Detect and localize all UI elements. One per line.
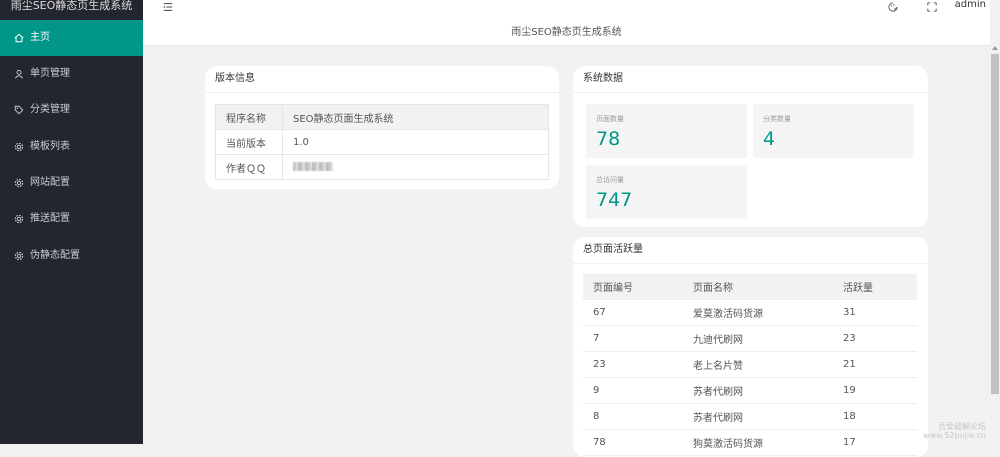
- stat-visits: 总访问量 747: [586, 165, 747, 219]
- sidebar-item-label: 分类管理: [30, 104, 70, 115]
- sidebar-item-label: 主页: [30, 32, 50, 43]
- table-cell: 作者ＱＱ: [215, 154, 283, 180]
- theme-icon[interactable]: [888, 0, 898, 14]
- gear-icon: [13, 141, 25, 153]
- sidebar-item-rewrite-config[interactable]: 伪静态配置: [0, 238, 143, 274]
- sidebar-item-label: 伪静态配置: [30, 250, 80, 261]
- stat-pages: 页面数量 78: [586, 104, 747, 158]
- app-logo: 雨尘SEO静态页生成系统: [10, 0, 133, 12]
- table-row: 当前版本 1.0: [215, 129, 549, 155]
- table-cell: 苏者代刷网: [683, 403, 833, 430]
- stat-categories: 分类数量 4: [753, 104, 914, 158]
- page-activity-card: 总页面活跃量 页面编号 页面名称 活跃量 67 爱莫激活码货源 31 7 九迪代…: [573, 237, 928, 457]
- table-cell: 18: [833, 403, 917, 430]
- table-cell: 19: [833, 377, 917, 404]
- table-cell: 1.0: [282, 129, 549, 155]
- table-cell: 程序名称: [215, 104, 283, 130]
- table-cell: 9: [583, 377, 683, 404]
- table-row: 7 九迪代刷网 23: [583, 325, 917, 352]
- card-title: 总页面活跃量: [573, 237, 928, 264]
- table-row: 8 苏者代刷网 18: [583, 403, 917, 430]
- menu-toggle-icon[interactable]: [163, 0, 173, 14]
- table-cell: 31: [833, 299, 917, 326]
- scroll-up-arrow[interactable]: [992, 46, 998, 50]
- sidebar-item-templates[interactable]: 模板列表: [0, 129, 143, 165]
- table-row: 23 老上名片赞 21: [583, 351, 917, 378]
- stat-label: 页面数量: [596, 115, 624, 123]
- page-title: 雨尘SEO静态页生成系统: [143, 20, 990, 46]
- watermark-line: www.52pojie.cn: [923, 431, 986, 440]
- activity-table: 页面编号 页面名称 活跃量 67 爱莫激活码货源 31 7 九迪代刷网 23 2…: [583, 274, 917, 456]
- page-scrollbar[interactable]: [990, 44, 1000, 444]
- table-cell: 爱莫激活码货源: [683, 299, 833, 326]
- sidebar-item-label: 模板列表: [30, 141, 70, 152]
- table-cell: 老上名片赞: [683, 351, 833, 378]
- sidebar-item-label: 单页管理: [30, 68, 70, 79]
- watermark: 吾爱破解论坛 www.52pojie.cn: [923, 422, 986, 440]
- table-cell: [282, 154, 549, 180]
- scroll-thumb[interactable]: [991, 54, 999, 394]
- table-cell: 23: [583, 351, 683, 378]
- table-cell: 苏者代刷网: [683, 377, 833, 404]
- top-header: admin: [143, 0, 990, 21]
- table-cell: SEO静态页面生成系统: [282, 104, 549, 130]
- version-card: 版本信息 程序名称 SEO静态页面生成系统 当前版本 1.0 作者ＱＱ: [205, 66, 559, 189]
- column-header: 活跃量: [833, 274, 917, 300]
- sidebar-item-push-config[interactable]: 推送配置: [0, 201, 143, 237]
- gear-icon: [13, 177, 25, 189]
- stat-value: 747: [596, 189, 633, 211]
- stat-label: 分类数量: [763, 115, 791, 123]
- table-cell: 狗莫激活码货源: [683, 429, 833, 456]
- table-cell: 21: [833, 351, 917, 378]
- column-header: 页面编号: [583, 274, 683, 300]
- sidebar-item-label: 推送配置: [30, 213, 70, 224]
- stat-value: 4: [763, 128, 776, 150]
- home-icon: [13, 32, 25, 44]
- sidebar-item-label: 网站配置: [30, 177, 70, 188]
- table-cell: 当前版本: [215, 129, 283, 155]
- table-cell: 17: [833, 429, 917, 456]
- user-menu[interactable]: admin: [955, 0, 986, 14]
- column-header: 页面名称: [683, 274, 833, 300]
- user-icon: [13, 68, 25, 80]
- sidebar: 雨尘SEO静态页生成系统 主页 单页管理 分类管理 模板列表 网站配置 推送配置: [0, 0, 143, 444]
- table-cell: 8: [583, 403, 683, 430]
- redacted-qq: [293, 162, 333, 171]
- sidebar-item-home[interactable]: 主页: [0, 20, 143, 56]
- table-row: 9 苏者代刷网 19: [583, 377, 917, 404]
- system-data-card: 系统数据 页面数量 78 分类数量 4 总访问量 747: [573, 66, 928, 227]
- table-row: 作者ＱＱ: [215, 154, 549, 180]
- gear-icon: [13, 250, 25, 262]
- card-title: 版本信息: [205, 66, 559, 93]
- sidebar-item-site-config[interactable]: 网站配置: [0, 165, 143, 201]
- table-header-row: 页面编号 页面名称 活跃量: [583, 274, 917, 300]
- sidebar-item-categories[interactable]: 分类管理: [0, 92, 143, 128]
- table-cell: 九迪代刷网: [683, 325, 833, 352]
- table-cell: 23: [833, 325, 917, 352]
- table-row: 程序名称 SEO静态页面生成系统: [215, 104, 549, 130]
- gear-icon: [13, 213, 25, 225]
- fullscreen-icon[interactable]: [927, 0, 937, 14]
- stat-label: 总访问量: [596, 176, 624, 184]
- sidebar-item-pages[interactable]: 单页管理: [0, 56, 143, 92]
- table-cell: 78: [583, 429, 683, 456]
- tag-icon: [13, 104, 25, 116]
- version-table: 程序名称 SEO静态页面生成系统 当前版本 1.0 作者ＱＱ: [215, 104, 549, 180]
- card-title: 系统数据: [573, 66, 928, 93]
- table-row: 78 狗莫激活码货源 17: [583, 429, 917, 456]
- table-row: 67 爱莫激活码货源 31: [583, 299, 917, 326]
- table-cell: 67: [583, 299, 683, 326]
- stat-value: 78: [596, 128, 621, 150]
- table-cell: 7: [583, 325, 683, 352]
- watermark-line: 吾爱破解论坛: [938, 422, 986, 431]
